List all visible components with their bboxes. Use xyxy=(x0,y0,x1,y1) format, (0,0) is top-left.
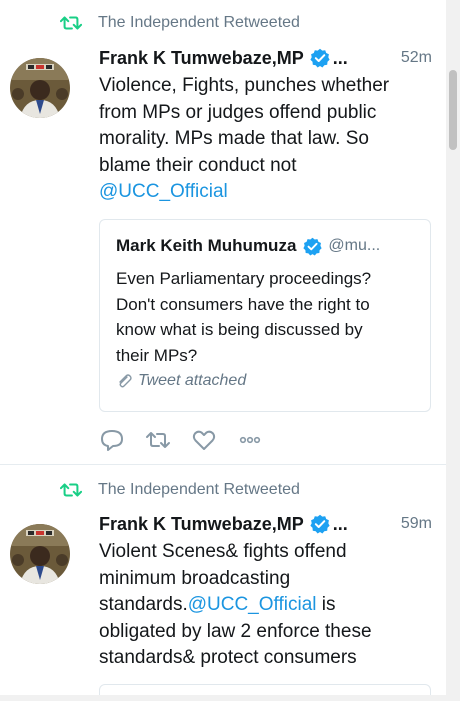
name-ellipsis: ... xyxy=(332,513,348,534)
timeline: The Independent Retweeted Frank K Tumweb… xyxy=(0,0,446,701)
scrollbar-thumb[interactable] xyxy=(449,70,457,150)
tweet-text-line: Violent Scenes& fights offend xyxy=(99,541,347,562)
tweet-text-line: standards& protect consumers xyxy=(99,647,357,668)
timestamp[interactable]: 59m xyxy=(401,515,432,533)
avatar-image xyxy=(10,524,70,584)
mention-link[interactable]: @UCC_Official xyxy=(188,594,317,615)
attachment-label: Tweet attached xyxy=(138,372,247,389)
tweet[interactable]: The Independent Retweeted Frank K Tumweb… xyxy=(0,466,446,701)
retweet-action-icon[interactable] xyxy=(145,428,171,452)
tweet-text-fragment: standards. xyxy=(99,594,188,615)
quoted-text: Even Parliamentary proceedings? Don't co… xyxy=(116,266,416,368)
reply-icon[interactable] xyxy=(99,428,125,452)
retweet-context: The Independent Retweeted xyxy=(60,13,300,33)
quoted-text-line: Don't consumers have the right to xyxy=(116,294,370,314)
tweet-text-line: obligated by law 2 enforce these xyxy=(99,620,372,642)
more-icon[interactable] xyxy=(237,428,263,452)
quoted-handle: @mu... xyxy=(328,237,381,254)
tweet[interactable]: The Independent Retweeted Frank K Tumweb… xyxy=(0,0,446,465)
scrollbar[interactable] xyxy=(446,0,460,701)
author-name[interactable]: Frank K Tumwebaze,MP xyxy=(99,48,304,69)
retweet-icon xyxy=(60,483,82,497)
retweet-context: The Independent Retweeted xyxy=(60,480,300,500)
retweet-label[interactable]: The Independent Retweeted xyxy=(98,481,300,499)
mention-link[interactable]: @UCC_Official xyxy=(99,181,228,202)
retweet-label[interactable]: The Independent Retweeted xyxy=(98,14,300,32)
tweet-text-line: from MPs or judges offend public xyxy=(99,101,377,123)
tweet-actions xyxy=(99,428,283,452)
paperclip-icon xyxy=(119,374,132,388)
quoted-text-line: know what is being discussed by xyxy=(116,320,363,339)
quoted-header: Mark Keith Muhumuza @mu... xyxy=(116,236,420,256)
tweet-text: Violent Scenes& fights offend minimum br… xyxy=(99,539,434,672)
avatar-image xyxy=(10,58,70,118)
author-name[interactable]: Frank K Tumwebaze,MP xyxy=(99,514,304,535)
tweet-header: Frank K Tumwebaze,MP ... 59m xyxy=(99,512,432,536)
name-ellipsis: ... xyxy=(332,47,348,68)
avatar[interactable] xyxy=(10,524,70,584)
tweet-text-line: morality. MPs made that law. So xyxy=(99,128,369,149)
verified-badge-icon xyxy=(310,48,330,68)
avatar[interactable] xyxy=(10,58,70,118)
quoted-text-line: Even Parliamentary proceedings? xyxy=(116,269,372,288)
quoted-tweet[interactable]: Mark Keith Muhumuza @mu... Even Parliame… xyxy=(99,219,431,412)
quoted-text-line: their MPs? xyxy=(116,345,198,365)
verified-badge-icon xyxy=(303,237,323,256)
quoted-author-name: Mark Keith Muhumuza xyxy=(116,236,297,255)
retweet-icon xyxy=(60,16,82,30)
like-icon[interactable] xyxy=(191,428,217,452)
tweet-text-fragment: is xyxy=(316,594,336,615)
horizontal-scrollbar[interactable] xyxy=(0,695,460,701)
tweet-header: Frank K Tumwebaze,MP ... 52m xyxy=(99,46,432,70)
tweet-text-line: minimum broadcasting xyxy=(99,567,291,589)
tweet-text-line: blame their conduct not xyxy=(99,154,297,176)
attachment-indicator: Tweet attached xyxy=(116,372,246,390)
verified-badge-icon xyxy=(310,514,330,534)
tweet-text: Violence, Fights, punches whether from M… xyxy=(99,73,434,206)
tweet-text-line: Violence, Fights, punches whether xyxy=(99,75,390,96)
tweet-text-line: standards.@UCC_Official is xyxy=(99,592,434,619)
timestamp[interactable]: 52m xyxy=(401,49,432,67)
